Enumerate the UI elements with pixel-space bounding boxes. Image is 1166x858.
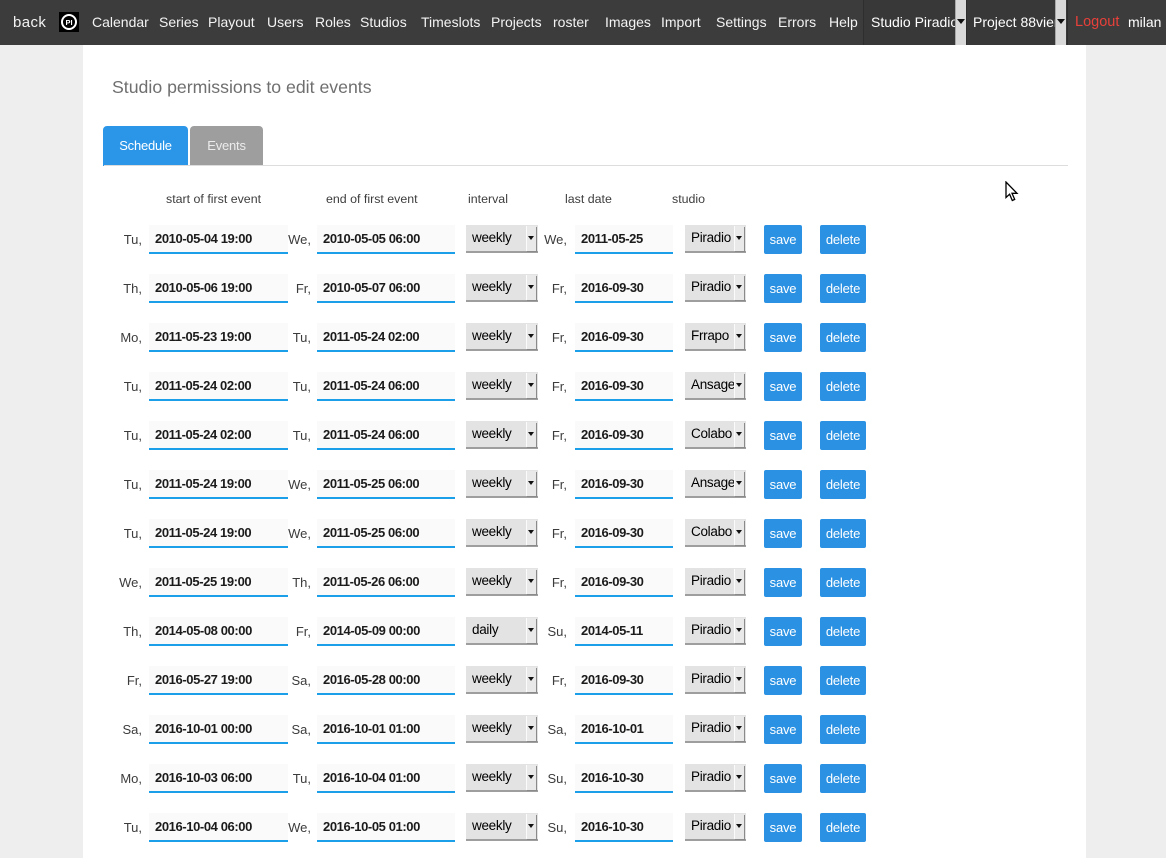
svg-text:PI: PI [65,18,72,27]
